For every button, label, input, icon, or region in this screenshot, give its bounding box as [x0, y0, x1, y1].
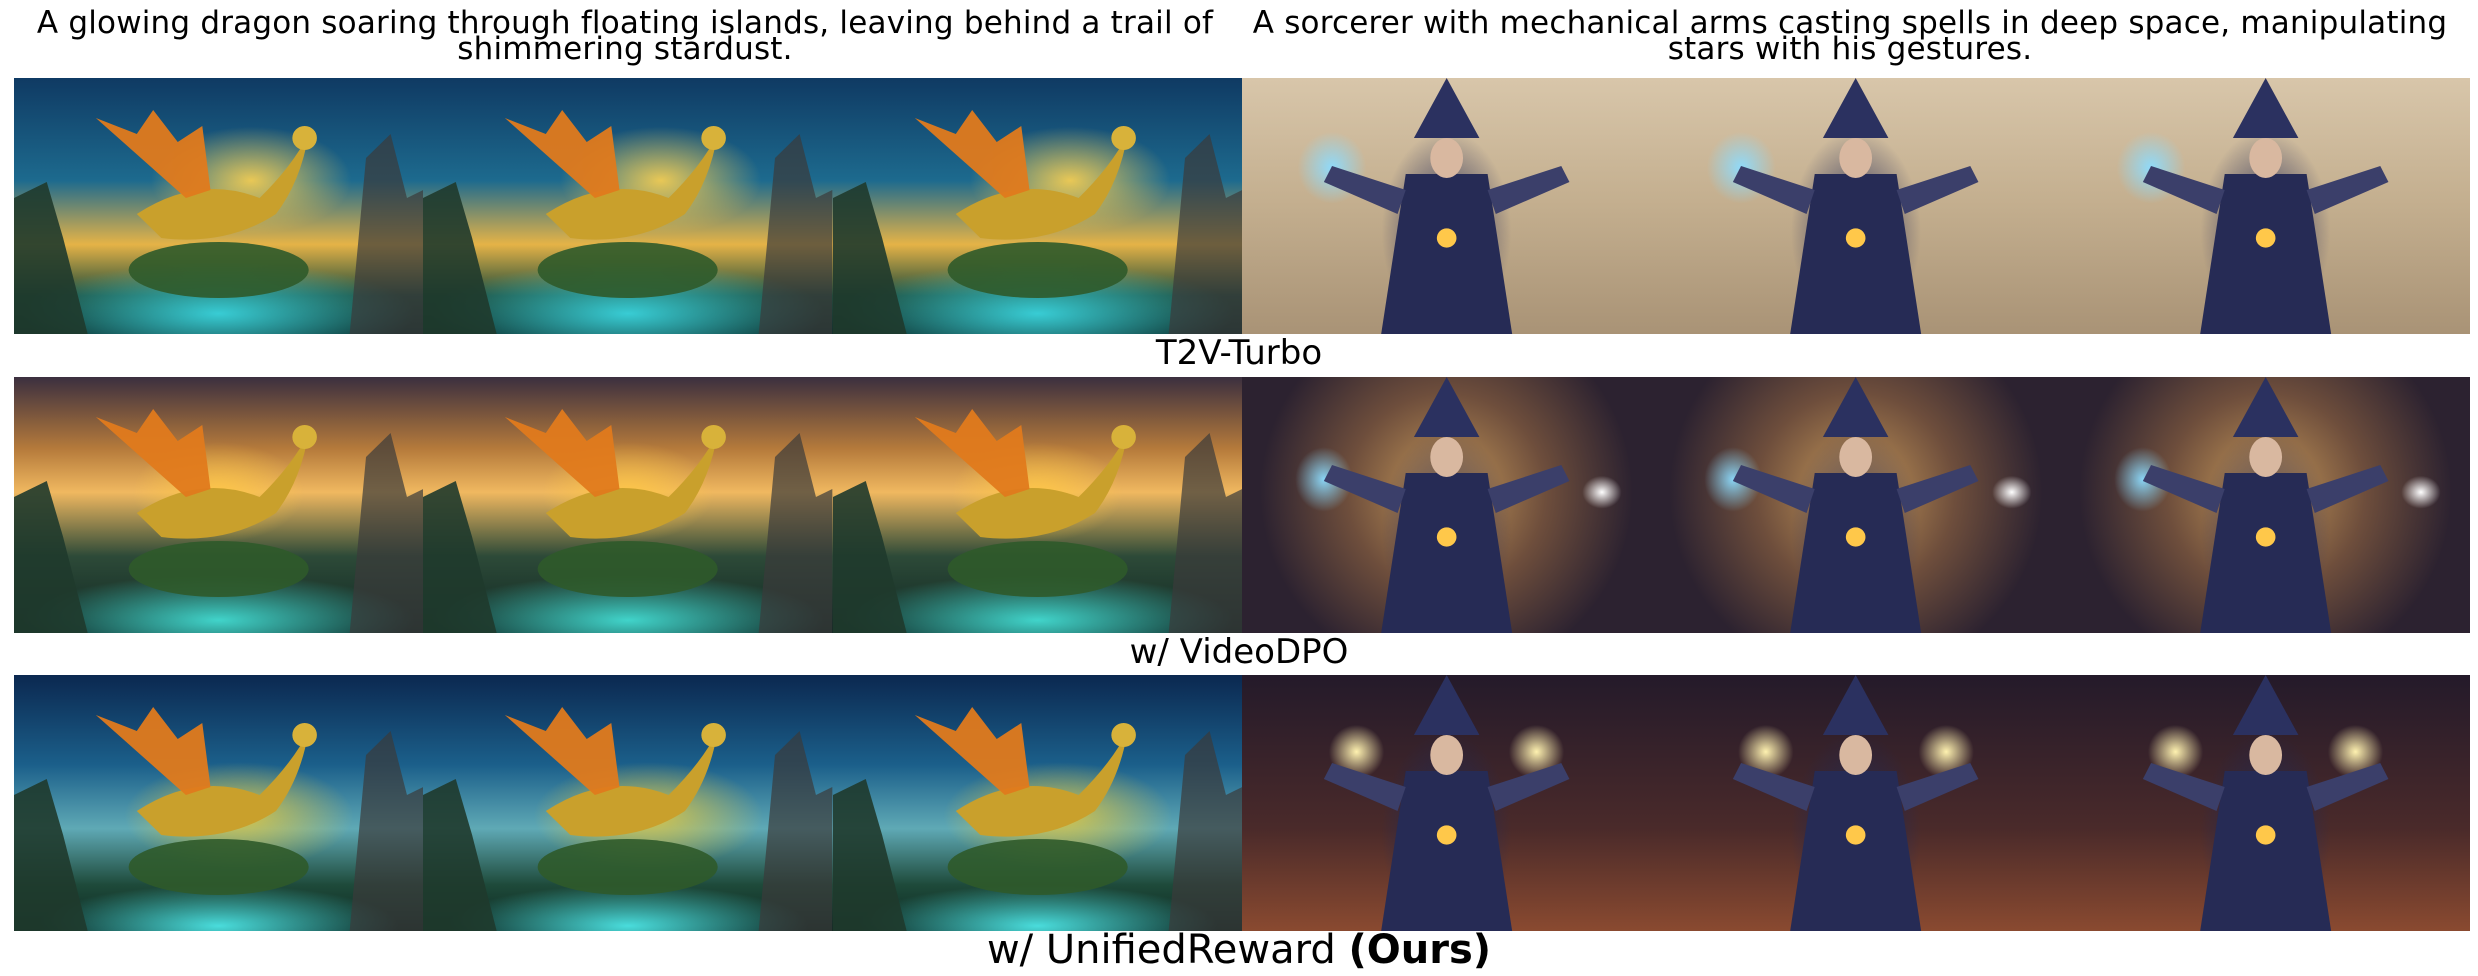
dragon-frame-3 [832, 675, 1242, 931]
row-t2v-turbo-frames [14, 78, 2470, 334]
sorcerer-illustration [1323, 675, 1570, 931]
sorcerer-frame-1 [1241, 675, 1652, 931]
dragon-illustration [832, 707, 1242, 931]
row-label-videodpo: w/ VideoDPO [1129, 632, 1349, 672]
prompt-left: A glowing dragon soaring through floatin… [36, 5, 1214, 67]
sorcerer-frame-2 [1651, 78, 2061, 334]
dragon-frame-2 [423, 377, 833, 633]
sorcerer-frame-2 [1651, 377, 2061, 633]
row-label-unifiedreward-prefix: w/ UnifiedReward [986, 927, 1349, 973]
sorcerer-illustration [2142, 377, 2389, 633]
dragon-illustration [423, 409, 833, 633]
dragon-frame-2 [423, 78, 833, 334]
sorcerer-illustration [1733, 675, 1979, 931]
dragon-illustration [423, 707, 833, 931]
sorcerer-frame-1 [1241, 78, 1652, 334]
dragon-illustration [832, 409, 1242, 633]
dragon-frame-3 [832, 377, 1242, 633]
dragon-frame-2 [423, 675, 833, 931]
sorcerer-illustration [1323, 78, 1570, 334]
sorcerer-frame-2 [1651, 675, 2061, 931]
sorcerer-frame-3 [2060, 675, 2470, 931]
dragon-illustration [14, 110, 424, 334]
sorcerer-frame-3 [2060, 377, 2470, 633]
row-unifiedreward-frames [14, 675, 2470, 931]
sorcerer-frame-1 [1241, 377, 1652, 633]
row-label-unifiedreward: w/ UnifiedReward (Ours) [0, 930, 2478, 970]
sorcerer-illustration [1733, 78, 1979, 334]
row-videodpo-frames [14, 377, 2470, 633]
prompt-right: A sorcerer with mechanical arms casting … [1252, 5, 2448, 67]
sorcerer-frame-3 [2060, 78, 2470, 334]
sorcerer-illustration [1733, 377, 1979, 633]
row-label-t2v-turbo: T2V-Turbo [1155, 333, 1323, 373]
dragon-illustration [14, 707, 424, 931]
row-label-unifiedreward-ours: (Ours) [1348, 927, 1492, 973]
dragon-illustration [423, 110, 833, 334]
sorcerer-illustration [1323, 377, 1570, 633]
dragon-illustration [832, 110, 1242, 334]
dragon-illustration [14, 409, 424, 633]
dragon-frame-3 [832, 78, 1242, 334]
dragon-frame-1 [14, 377, 424, 633]
sorcerer-illustration [2142, 78, 2389, 334]
dragon-frame-1 [14, 78, 424, 334]
sorcerer-illustration [2142, 675, 2389, 931]
dragon-frame-1 [14, 675, 424, 931]
